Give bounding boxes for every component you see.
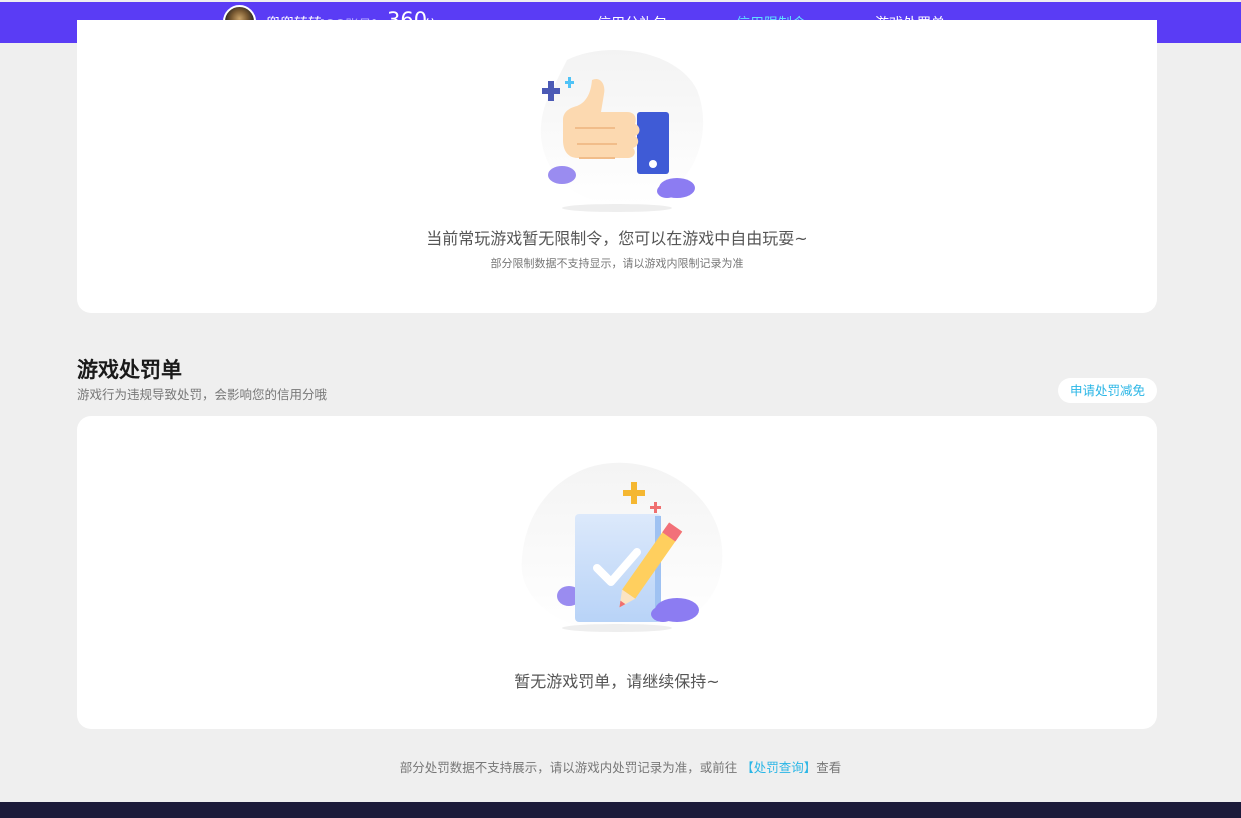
penalty-empty-message: 暂无游戏罚单，请继续保持~: [514, 672, 720, 691]
restriction-empty-message: 当前常玩游戏暂无限制令，您可以在游戏中自由玩耍~: [426, 229, 808, 248]
footer-note-suffix: 查看: [816, 760, 842, 775]
section-title-penalty: 游戏处罚单: [77, 358, 182, 382]
footer-note: 部分处罚数据不支持展示，请以游戏内处罚记录为准，或前往 【处罚查询】查看: [0, 757, 1241, 776]
section-description-penalty: 游戏行为违规导致处罚，会影响您的信用分哦: [77, 387, 328, 402]
apply-penalty-reduction-button[interactable]: 申请处罚减免: [1058, 378, 1157, 403]
restriction-card: 当前常玩游戏暂无限制令，您可以在游戏中自由玩耍~ 部分限制数据不支持显示，请以游…: [77, 20, 1157, 313]
footer-note-prefix: 部分处罚数据不支持展示，请以游戏内处罚记录为准，或前往: [399, 760, 738, 775]
restriction-note: 部分限制数据不支持显示，请以游戏内限制记录为准: [490, 257, 744, 270]
penalty-query-link[interactable]: 【处罚查询】: [741, 760, 816, 775]
penalty-card: 暂无游戏罚单，请继续保持~: [77, 416, 1157, 729]
page-footer-bar: [0, 802, 1241, 818]
thumbs-up-icon: [540, 50, 704, 212]
checklist-pencil-icon: [521, 462, 723, 634]
